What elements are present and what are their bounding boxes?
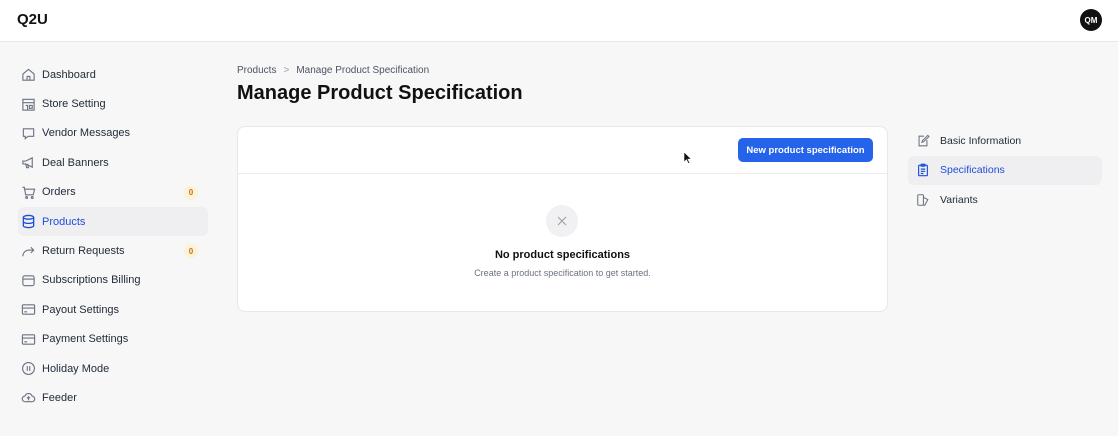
sidebar-item-dashboard[interactable]: Dashboard — [18, 60, 208, 89]
sidebar-item-label: Return Requests — [42, 245, 125, 258]
return-arrow-icon — [19, 242, 37, 260]
card-header: New product specification — [238, 127, 887, 174]
page-title: Manage Product Specification — [237, 82, 523, 104]
sidebar-item-vendor-messages[interactable]: Vendor Messages — [18, 119, 208, 148]
top-bar: Q2U QM — [0, 0, 1118, 42]
sidebar-item-label: Holiday Mode — [42, 362, 110, 375]
sidebar-item-label: Store Setting — [42, 98, 106, 111]
brand-logo[interactable]: Q2U — [17, 11, 48, 28]
sidebar-item-orders[interactable]: Orders 0 — [18, 178, 208, 207]
cloud-upload-icon — [19, 389, 37, 407]
section-nav-label: Basic Information — [940, 134, 1022, 147]
user-avatar[interactable]: QM — [1080, 9, 1102, 31]
clipboard-icon — [915, 162, 931, 178]
breadcrumb: Products > Manage Product Specification — [237, 65, 429, 76]
database-icon — [19, 213, 37, 231]
sidebar: Dashboard Store Setting Vendor Messages … — [18, 60, 208, 413]
sidebar-item-label: Vendor Messages — [42, 127, 131, 140]
sidebar-item-feeder[interactable]: Feeder — [18, 383, 208, 412]
wallet-icon — [19, 271, 37, 289]
sidebar-item-label: Payment Settings — [42, 333, 129, 346]
pause-icon — [19, 360, 37, 378]
sidebar-item-label: Orders — [42, 186, 76, 199]
chat-icon — [19, 124, 37, 142]
section-nav-variants[interactable]: Variants — [908, 185, 1102, 215]
store-icon — [19, 95, 37, 113]
return-requests-count-badge: 0 — [184, 244, 198, 259]
empty-state-subtitle: Create a product specification to get st… — [474, 268, 651, 278]
sidebar-item-label: Deal Banners — [42, 156, 109, 169]
home-icon — [19, 66, 37, 84]
sidebar-item-holiday-mode[interactable]: Holiday Mode — [18, 354, 208, 383]
sidebar-item-label: Dashboard — [42, 68, 96, 81]
sidebar-item-subscriptions-billing[interactable]: Subscriptions Billing — [18, 266, 208, 295]
specifications-card: New product specification No product spe… — [237, 126, 888, 312]
sidebar-item-payment-settings[interactable]: Payment Settings — [18, 325, 208, 354]
section-nav: Basic Information Specifications Variant… — [908, 126, 1102, 215]
breadcrumb-link-products[interactable]: Products — [237, 65, 276, 76]
breadcrumb-current: Manage Product Specification — [296, 65, 430, 76]
section-nav-label: Specifications — [940, 164, 1005, 177]
sidebar-item-label: Subscriptions Billing — [42, 274, 141, 287]
mouse-cursor-icon — [683, 151, 693, 169]
sidebar-item-store-setting[interactable]: Store Setting — [18, 89, 208, 118]
sidebar-item-products[interactable]: Products — [18, 206, 208, 237]
breadcrumb-separator: > — [283, 65, 290, 76]
empty-state-title: No product specifications — [494, 249, 631, 261]
sidebar-item-label: Payout Settings — [42, 303, 120, 316]
section-nav-basic-information[interactable]: Basic Information — [908, 126, 1102, 156]
sidebar-item-label: Feeder — [42, 391, 77, 404]
sidebar-item-return-requests[interactable]: Return Requests 0 — [18, 236, 208, 265]
card-icon — [19, 301, 37, 319]
section-nav-specifications[interactable]: Specifications — [908, 155, 1102, 185]
cart-icon — [19, 183, 37, 201]
new-product-specification-button[interactable]: New product specification — [738, 138, 873, 162]
orders-count-badge: 0 — [184, 185, 198, 200]
close-icon — [546, 205, 578, 237]
sidebar-item-deal-banners[interactable]: Deal Banners — [18, 148, 208, 177]
megaphone-icon — [19, 154, 37, 172]
card-icon — [19, 330, 37, 348]
variants-icon — [915, 192, 931, 208]
edit-icon — [915, 133, 931, 149]
sidebar-item-payout-settings[interactable]: Payout Settings — [18, 295, 208, 324]
sidebar-item-label: Products — [42, 215, 86, 228]
section-nav-label: Variants — [940, 193, 978, 206]
